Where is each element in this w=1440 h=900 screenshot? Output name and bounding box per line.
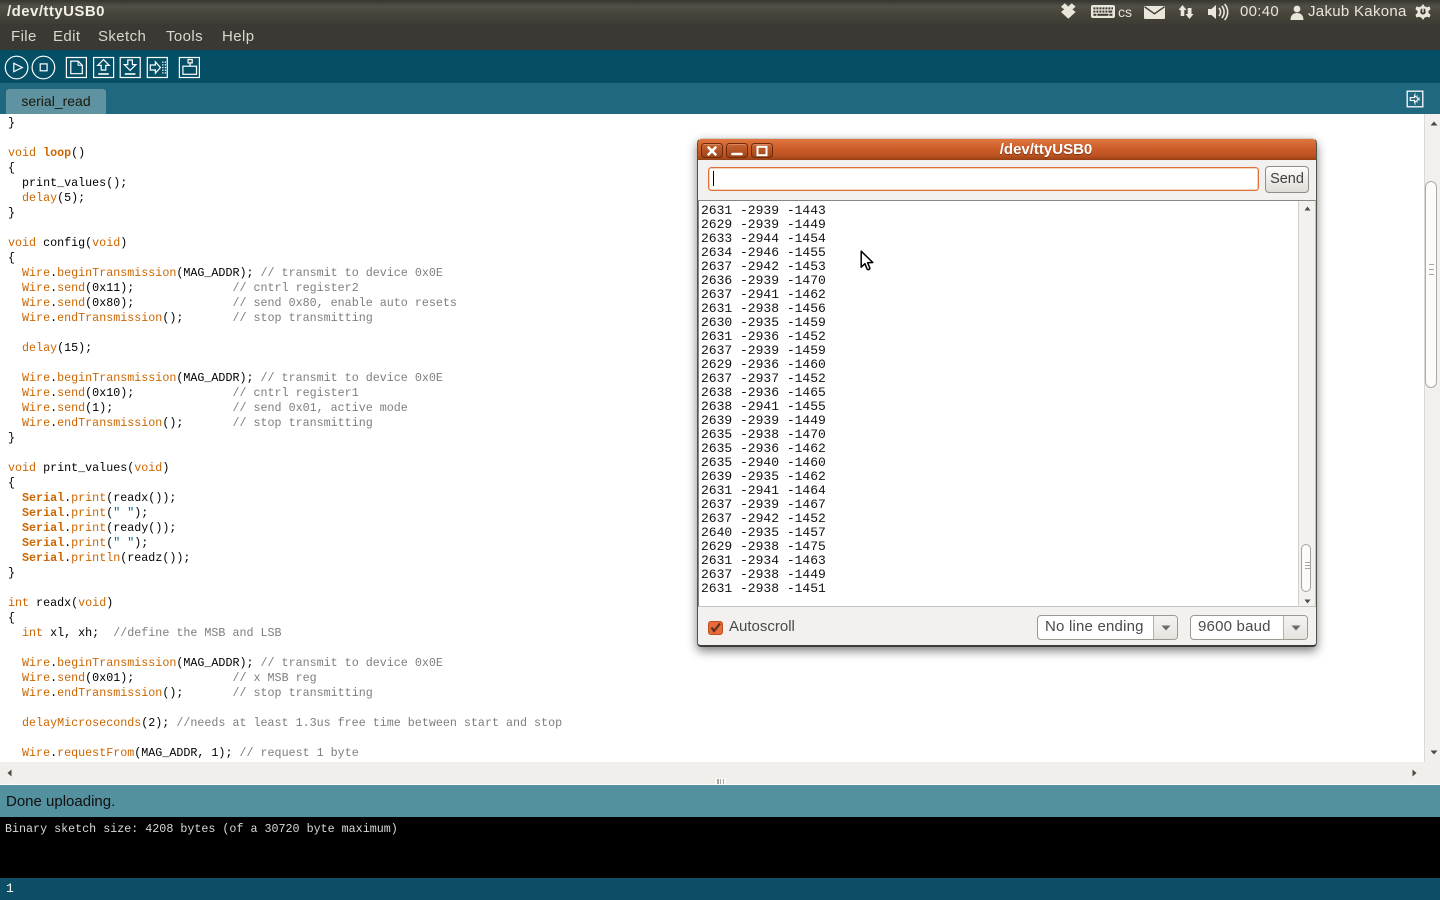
svg-text:cs: cs (1118, 4, 1132, 20)
